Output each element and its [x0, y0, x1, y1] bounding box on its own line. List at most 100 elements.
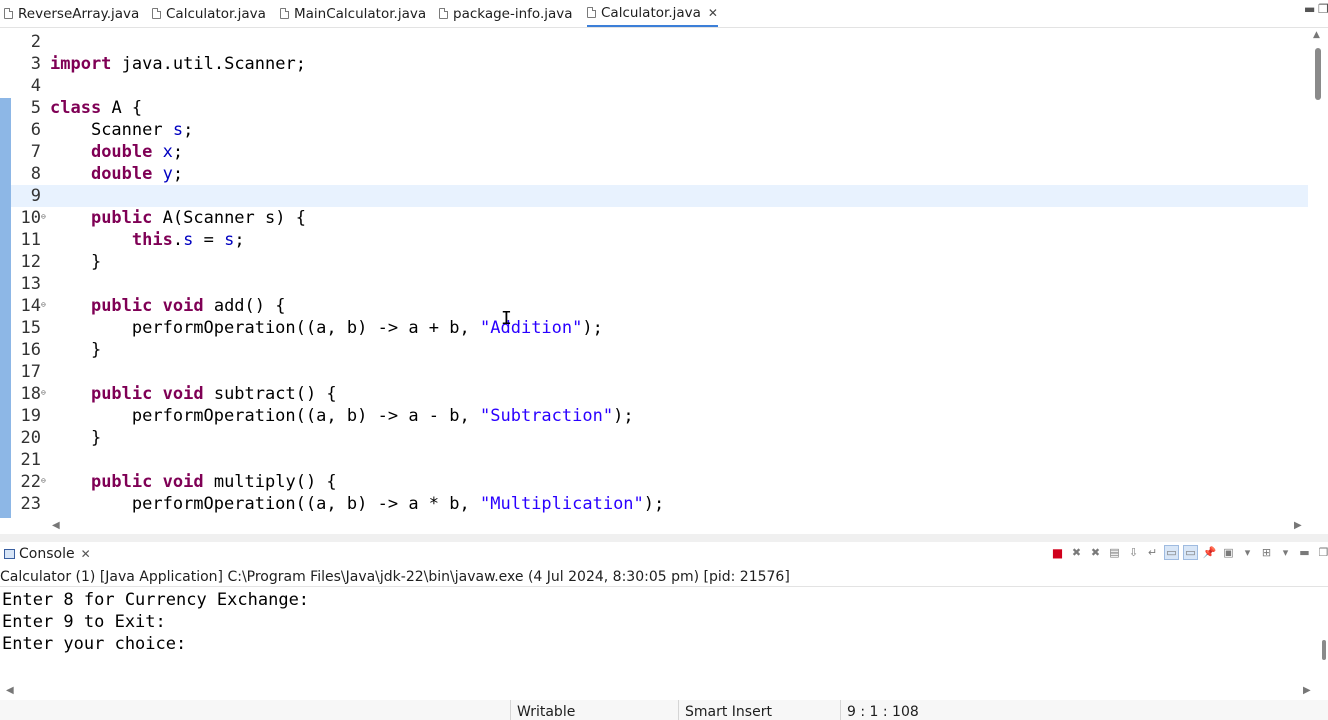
code-text[interactable]: performOperation((a, b) -> a * b, "Multi…	[50, 493, 664, 515]
close-icon[interactable]: ✕	[81, 547, 91, 561]
code-line[interactable]: 21	[0, 449, 1308, 471]
code-line[interactable]: 10 ⊖ public A(Scanner s) {	[0, 207, 1308, 229]
console-process-description: Calculator (1) [Java Application] C:\Pro…	[0, 568, 1328, 587]
code-line[interactable]: 9	[0, 185, 1308, 207]
code-text[interactable]: }	[50, 339, 101, 361]
code-line[interactable]: 22 ⊖ public void multiply() {	[0, 471, 1308, 493]
view-separator	[0, 534, 1328, 542]
editor-horizontal-scrollbar[interactable]: ◀ ▶	[48, 518, 1308, 534]
code-line[interactable]: 19 performOperation((a, b) -> a - b, "Su…	[0, 405, 1308, 427]
code-line[interactable]: 4	[0, 75, 1308, 97]
line-number: 4	[30, 76, 41, 96]
console-horizontal-scrollbar[interactable]: ◀ ▶	[0, 683, 1328, 699]
editor-tab[interactable]: Calculator.java	[152, 0, 266, 27]
fold-collapse-icon[interactable]: ⊖	[41, 471, 46, 491]
code-editor[interactable]: 2 3 import java.util.Scanner; 4 5 class A {6 …	[0, 28, 1328, 518]
console-line: Enter 8 for Currency Exchange:	[2, 590, 310, 610]
code-text[interactable]: class A {	[50, 97, 142, 119]
code-line[interactable]: 17	[0, 361, 1308, 383]
code-line[interactable]: 7 double x;	[0, 141, 1308, 163]
editor-tab-label: ReverseArray.java	[18, 5, 140, 22]
code-line[interactable]: 12 }	[0, 251, 1308, 273]
code-text[interactable]: public A(Scanner s) {	[50, 207, 306, 229]
code-text[interactable]: double y;	[50, 163, 183, 185]
editor-tab-label: package-info.java	[453, 5, 573, 22]
code-text[interactable]: public void add() {	[50, 295, 286, 317]
editor-tab-label: MainCalculator.java	[294, 5, 427, 22]
chevron-down-icon[interactable]: ▾	[1240, 545, 1255, 560]
console-tab[interactable]: Console ✕	[4, 546, 91, 562]
remove-launch-icon[interactable]: ✖	[1069, 545, 1084, 560]
java-file-icon	[4, 8, 13, 19]
show-on-stderr-icon[interactable]: ▭	[1183, 545, 1198, 560]
console-line: Enter 9 to Exit:	[2, 612, 166, 632]
maximize-icon[interactable]: ❐	[1318, 2, 1328, 16]
code-text[interactable]: }	[50, 251, 101, 273]
minimize-icon[interactable]: ▬	[1304, 2, 1315, 16]
code-line[interactable]: 2	[0, 31, 1308, 53]
java-file-icon	[280, 8, 289, 19]
status-cursor-position: 9 : 1 : 108	[840, 700, 960, 720]
code-area[interactable]: 2 3 import java.util.Scanner; 4 5 class A {6 …	[0, 28, 1308, 518]
status-bar: Writable Smart Insert 9 : 1 : 108	[0, 700, 1328, 720]
code-text[interactable]: public void multiply() {	[50, 471, 337, 493]
scroll-left-icon[interactable]: ◀	[52, 518, 60, 534]
editor-tab[interactable]: Calculator.java ✕	[587, 0, 718, 27]
show-on-stdout-icon[interactable]: ▭	[1164, 545, 1179, 560]
editor-tab[interactable]: package-info.java	[439, 0, 573, 27]
code-text[interactable]: public void subtract() {	[50, 383, 337, 405]
console-icon	[4, 549, 15, 559]
code-line[interactable]: 5 class A {	[0, 97, 1308, 119]
minimize-icon[interactable]: ▬	[1297, 545, 1312, 560]
scroll-right-icon[interactable]: ▶	[1294, 518, 1302, 534]
console-vertical-scrollbar[interactable]	[1320, 588, 1328, 683]
code-line[interactable]: 3 import java.util.Scanner;	[0, 53, 1308, 75]
word-wrap-icon[interactable]: ↵	[1145, 545, 1160, 560]
pin-console-icon[interactable]: 📌	[1202, 545, 1217, 560]
code-line[interactable]: 15 performOperation((a, b) -> a + b, "Ad…	[0, 317, 1308, 339]
code-text[interactable]: double x;	[50, 141, 183, 163]
code-line[interactable]: 8 double y;	[0, 163, 1308, 185]
editor-vertical-scrollbar[interactable]: ▲	[1308, 28, 1328, 518]
code-text[interactable]: }	[50, 427, 101, 449]
eclipse-window: ▬ ❐ ReverseArray.java Calculator.java Main…	[0, 0, 1328, 720]
code-text[interactable]: performOperation((a, b) -> a - b, "Subtr…	[50, 405, 634, 427]
quick-diff-bar	[0, 98, 11, 518]
remove-all-terminated-icon[interactable]: ✖	[1088, 545, 1103, 560]
code-line[interactable]: 18 ⊖ public void subtract() {	[0, 383, 1308, 405]
display-console-icon[interactable]: ▣	[1221, 545, 1236, 560]
maximize-icon[interactable]: ❐	[1316, 545, 1328, 560]
editor-tab-bar: ▬ ❐ ReverseArray.java Calculator.java Main…	[0, 0, 1328, 28]
code-line[interactable]: 11 this.s = s;	[0, 229, 1308, 251]
code-line[interactable]: 23 performOperation((a, b) -> a * b, "Mu…	[0, 493, 1308, 515]
java-file-icon	[587, 7, 596, 18]
editor-tab-label: Calculator.java	[601, 4, 701, 21]
view-menu-icon[interactable]: ▾	[1278, 545, 1293, 560]
scroll-lock-icon[interactable]: ⇩	[1126, 545, 1141, 560]
console-toolbar: ■ ✖ ✖ ▤ ⇩ ↵ ▭ ▭ 📌 ▣ ▾ ⊞ ▾ ▬ ❐	[1050, 545, 1328, 560]
code-text[interactable]: Scanner s;	[50, 119, 193, 141]
editor-scroll-thumb[interactable]	[1315, 48, 1321, 100]
code-line[interactable]: 16 }	[0, 339, 1308, 361]
fold-collapse-icon[interactable]: ⊖	[41, 295, 46, 315]
editor-tab[interactable]: MainCalculator.java	[280, 0, 426, 27]
code-line[interactable]: 13	[0, 273, 1308, 295]
code-text[interactable]: performOperation((a, b) -> a + b, "Addit…	[50, 317, 603, 339]
open-console-icon[interactable]: ⊞	[1259, 545, 1274, 560]
editor-tab[interactable]: ReverseArray.java	[4, 0, 139, 27]
scroll-left-icon[interactable]: ◀	[6, 683, 14, 699]
close-icon[interactable]: ✕	[708, 6, 718, 20]
clear-console-icon[interactable]: ▤	[1107, 545, 1122, 560]
console-scroll-thumb[interactable]	[1322, 640, 1326, 660]
code-line[interactable]: 6 Scanner s;	[0, 119, 1308, 141]
console-output[interactable]: Enter 8 for Currency Exchange: Enter 9 to…	[0, 588, 1320, 683]
scroll-right-icon[interactable]: ▶	[1303, 683, 1311, 699]
code-line[interactable]: 20 }	[0, 427, 1308, 449]
fold-collapse-icon[interactable]: ⊖	[41, 207, 46, 227]
fold-collapse-icon[interactable]: ⊖	[41, 383, 46, 403]
scroll-up-icon[interactable]: ▲	[1313, 30, 1320, 40]
code-text[interactable]: import java.util.Scanner;	[50, 53, 306, 75]
code-line[interactable]: 14 ⊖ public void add() {	[0, 295, 1308, 317]
code-text[interactable]: this.s = s;	[50, 229, 245, 251]
terminate-icon[interactable]: ■	[1050, 545, 1065, 560]
